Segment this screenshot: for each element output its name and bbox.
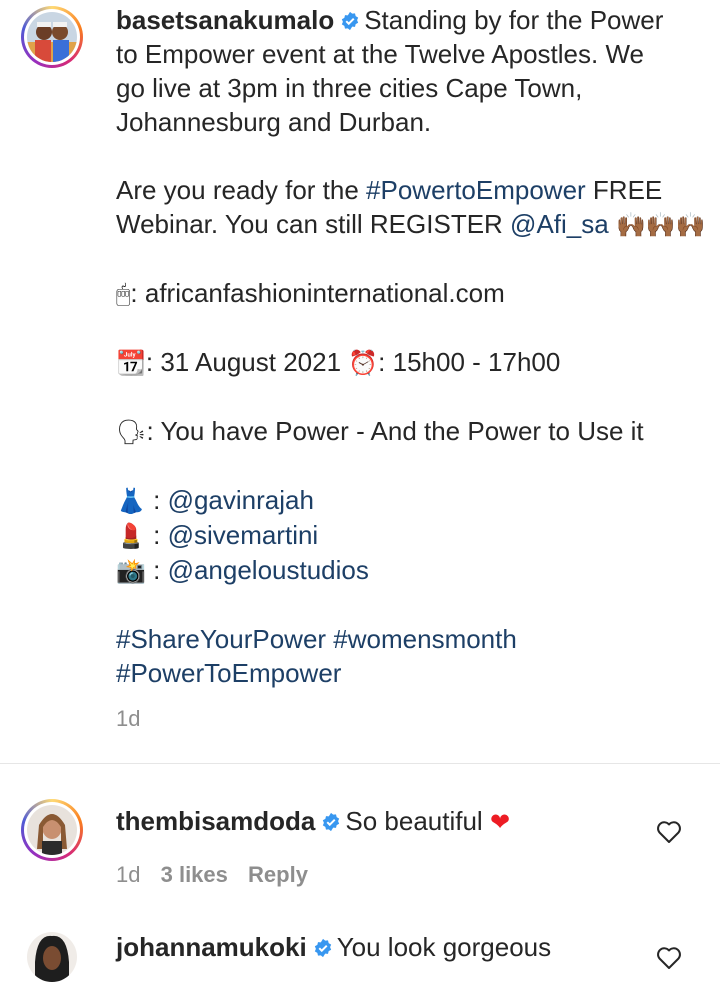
comment-text: You look gorgeous: [336, 932, 552, 962]
verified-badge-icon: [342, 11, 359, 31]
post-timestamp: 1d: [116, 706, 141, 731]
calendar-icon: 📆: [116, 349, 146, 377]
verified-badge-icon: [314, 938, 331, 958]
post-author-avatar[interactable]: [21, 6, 83, 68]
mention-link[interactable]: @gavinrajah: [168, 485, 314, 515]
mention-link[interactable]: @Afi_sa: [510, 209, 609, 239]
post-caption: basetsanakumalo Standing by for the Power…: [116, 3, 706, 690]
time-text: : 15h00 - 17h00: [378, 347, 561, 377]
caption-text: Webinar. You can still REGISTER: [116, 209, 511, 239]
comment-likes-link[interactable]: 3 likes: [161, 862, 228, 887]
lipstick-icon: 💄: [116, 522, 146, 550]
credit-separator: :: [145, 555, 168, 585]
raised-hands-emoji: 🙌🏾🙌🏾🙌🏾: [615, 211, 706, 239]
caption-line: Johannesburg and Durban.: [116, 107, 432, 137]
like-heart-icon[interactable]: [656, 820, 682, 844]
hashtag-link[interactable]: #ShareYourPower #womensmonth: [116, 622, 696, 656]
caption-text: FREE: [585, 175, 663, 205]
comment-item: thembisamdoda So beautiful ❤ 1d 3 likes R…: [0, 796, 720, 906]
avatar-image: [27, 805, 77, 855]
credit-separator: :: [145, 485, 168, 515]
commenter-avatar[interactable]: [21, 799, 83, 861]
speaking-head-icon: 🗣: [116, 418, 147, 446]
mention-link[interactable]: @sivemartini: [168, 520, 319, 550]
post-author-username[interactable]: basetsanakumalo: [116, 5, 334, 35]
computer-mouse-icon: 🖱: [116, 280, 131, 308]
date-text: : 31 August 2021: [145, 347, 349, 377]
caption-line: Standing by for the Power: [364, 5, 664, 35]
caption-line: go live at 3pm in three cities Cape Town…: [116, 73, 583, 103]
verified-badge-icon: [323, 812, 340, 832]
commenter-username[interactable]: thembisamdoda: [116, 806, 315, 836]
commenter-avatar[interactable]: [27, 932, 77, 982]
theme-text: : You have Power - And the Power to Use …: [146, 416, 644, 446]
caption-line: to Empower event at the Twelve Apostles.…: [116, 39, 644, 69]
comment-text: So beautiful: [345, 806, 483, 836]
avatar-image: [27, 12, 77, 62]
credit-separator: :: [145, 520, 168, 550]
website-text: : africanfashioninternational.com: [130, 278, 505, 308]
alarm-clock-icon: ⏰: [348, 349, 379, 377]
like-heart-icon[interactable]: [656, 946, 682, 970]
dress-icon: 👗: [116, 487, 146, 515]
caption-text: Are you ready for the: [116, 175, 367, 205]
divider: [0, 763, 720, 764]
red-heart-emoji: ❤: [489, 808, 511, 836]
commenter-username[interactable]: johannamukoki: [116, 932, 307, 962]
hashtag-link[interactable]: #PowertoEmpower: [366, 175, 586, 205]
mention-link[interactable]: @angeloustudios: [168, 555, 369, 585]
comment-item: johannamukoki You look gorgeous: [0, 922, 720, 982]
hashtag-link[interactable]: #PowerToEmpower: [116, 656, 696, 690]
reply-button[interactable]: Reply: [248, 862, 308, 887]
comment-timestamp: 1d: [116, 862, 141, 887]
camera-flash-icon: 📸: [116, 557, 146, 585]
avatar-image: [27, 932, 77, 982]
